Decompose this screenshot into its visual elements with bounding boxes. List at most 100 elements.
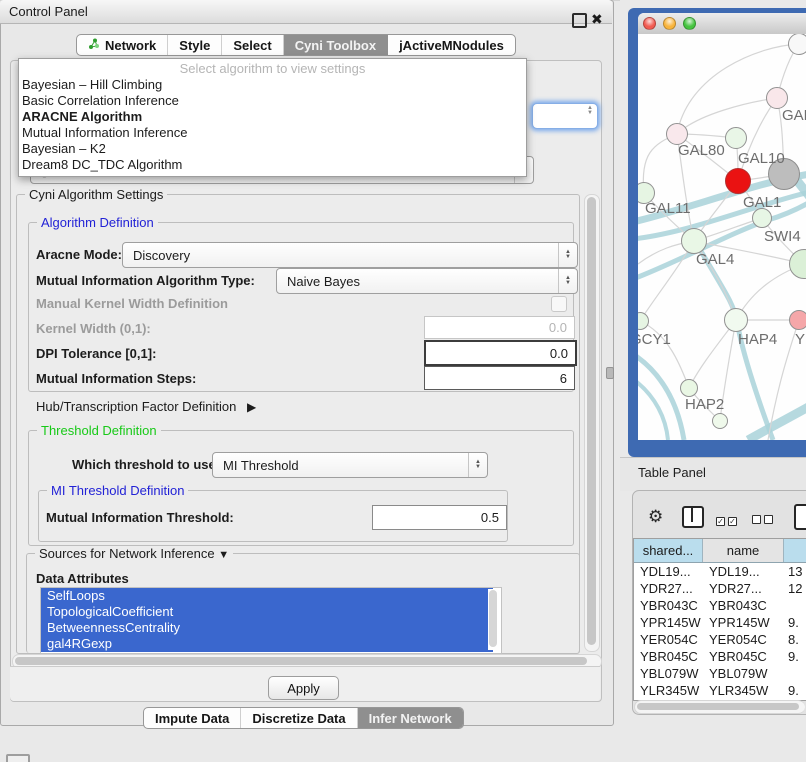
- group-title: Algorithm Definition: [37, 215, 158, 230]
- node-label-swi4: SWI4: [764, 228, 801, 245]
- column-header-name[interactable]: name: [703, 539, 784, 562]
- table-cell: YBL079W: [703, 665, 784, 682]
- algorithm-combobox-fragment[interactable]: ▲▼: [532, 103, 598, 129]
- table-cell: YDR27...: [703, 580, 784, 597]
- tab-infer-network[interactable]: Infer Network: [358, 708, 463, 728]
- table-cell: YPR145W: [634, 614, 703, 631]
- panel-splitter-handle[interactable]: [606, 367, 614, 379]
- close-traffic-light[interactable]: [643, 17, 656, 30]
- field-value: 0.5: [481, 510, 499, 525]
- expanded-arrow-icon[interactable]: ▼: [218, 549, 229, 561]
- tab-label: Style: [179, 38, 210, 53]
- algorithm-dropdown-list: Select algorithm to view settings Bayesi…: [18, 58, 527, 177]
- sources-toggle[interactable]: Sources for Network Inference ▼: [35, 546, 233, 561]
- tab-impute-data[interactable]: Impute Data: [144, 708, 241, 728]
- select-all-icon[interactable]: ✓✓: [716, 512, 737, 527]
- node-label-gal4: GAL4: [696, 251, 734, 268]
- attribute-item-selfloops[interactable]: SelfLoops: [41, 588, 493, 604]
- table-row[interactable]: YER054CYER054C8.: [634, 631, 806, 648]
- network-node[interactable]: [712, 413, 728, 429]
- tab-label: Network: [105, 38, 156, 53]
- network-node[interactable]: [766, 87, 788, 109]
- network-node[interactable]: [680, 379, 698, 397]
- gear-icon[interactable]: ⚙: [648, 507, 663, 527]
- table-row[interactable]: YPR145WYPR145W9.: [634, 614, 806, 631]
- table-row[interactable]: YDR27...YDR27...12: [634, 580, 806, 597]
- table-cell: 12: [784, 580, 806, 597]
- zoom-traffic-light[interactable]: [683, 17, 696, 30]
- table-cell: [784, 665, 806, 682]
- algorithm-option-bayesian-hill-climbing[interactable]: Bayesian – Hill Climbing: [19, 77, 526, 93]
- new-table-icon[interactable]: [794, 504, 806, 530]
- table-row[interactable]: YDL19...YDL19...13: [634, 563, 806, 580]
- algorithm-option-mutual-information-inference[interactable]: Mutual Information Inference: [19, 125, 526, 141]
- network-node[interactable]: [752, 208, 772, 228]
- algorithm-option-dream8-dc-tdc-algorithm[interactable]: Dream8 DC_TDC Algorithm: [19, 157, 526, 173]
- close-icon[interactable]: ✖: [591, 11, 603, 28]
- mi-steps-field[interactable]: 6: [424, 366, 575, 390]
- tab-jactivemnodules[interactable]: jActiveMNodules: [388, 35, 515, 55]
- columns-icon[interactable]: [682, 506, 704, 528]
- which-threshold-label: Which threshold to use:: [72, 457, 220, 472]
- list-scrollbar[interactable]: [488, 589, 498, 650]
- network-window: GALGAL80GAL10GAL1GAL11SWI4GAL4GCY1HAP4YH…: [638, 13, 806, 440]
- network-window-titlebar[interactable]: [638, 13, 806, 35]
- aracne-mode-combobox[interactable]: Discovery ▲▼: [122, 242, 578, 268]
- network-node[interactable]: [725, 168, 751, 194]
- hub-definition-toggle[interactable]: Hub/Transcription Factor Definition ▶: [36, 399, 256, 414]
- tab-network[interactable]: Network: [77, 35, 168, 55]
- manual-kernel-checkbox[interactable]: [551, 296, 567, 312]
- table-cell: [784, 597, 806, 614]
- table-cell: YBL079W: [634, 665, 703, 682]
- tab-cyni-toolbox[interactable]: Cyni Toolbox: [284, 35, 388, 55]
- attribute-item-topologicalcoefficient[interactable]: TopologicalCoefficient: [41, 604, 493, 620]
- node-label-gal10: GAL10: [738, 150, 785, 167]
- table-cell: 13: [784, 563, 806, 580]
- table-horizontal-scrollbar[interactable]: [634, 700, 805, 714]
- node-label-gcy1: GCY1: [638, 331, 671, 348]
- vertical-scrollbar[interactable]: [584, 194, 600, 652]
- table-row[interactable]: YBL079WYBL079W: [634, 665, 806, 682]
- data-attributes-label: Data Attributes: [36, 571, 129, 586]
- hub-definition-label: Hub/Transcription Factor Definition: [36, 399, 236, 414]
- kernel-width-field[interactable]: 0.0: [424, 316, 575, 339]
- deselect-all-icon[interactable]: [752, 512, 773, 527]
- algorithm-option-bayesian-k2[interactable]: Bayesian – K2: [19, 141, 526, 157]
- which-threshold-combobox[interactable]: MI Threshold ▲▼: [212, 452, 488, 478]
- table-cell: YDR27...: [634, 580, 703, 597]
- tab-select[interactable]: Select: [222, 35, 283, 55]
- mi-steps-label: Mutual Information Steps:: [36, 371, 196, 386]
- dropdown-prompt: Select algorithm to view settings: [19, 61, 526, 77]
- column-header-clipped[interactable]: [784, 539, 806, 562]
- table-panel-title: Table Panel: [638, 465, 706, 480]
- tab-discretize-data[interactable]: Discretize Data: [241, 708, 357, 728]
- table-row[interactable]: YLR345WYLR345W9.: [634, 682, 806, 699]
- stepper-arrows-icon: ▲▼: [558, 243, 577, 267]
- combobox-value: Discovery: [133, 248, 190, 263]
- minimize-traffic-light[interactable]: [663, 17, 676, 30]
- network-node[interactable]: [789, 310, 806, 330]
- collapsed-arrow-icon[interactable]: ▶: [247, 400, 256, 414]
- algorithm-option-basic-correlation-inference[interactable]: Basic Correlation Inference: [19, 93, 526, 109]
- data-attributes-list[interactable]: SelfLoopsTopologicalCoefficientBetweenne…: [40, 587, 502, 654]
- network-node[interactable]: [725, 127, 747, 149]
- network-canvas[interactable]: GALGAL80GAL10GAL1GAL11SWI4GAL4GCY1HAP4YH…: [638, 34, 806, 440]
- algorithm-option-aracne-algorithm[interactable]: ARACNE Algorithm: [19, 109, 526, 125]
- mi-threshold-field[interactable]: 0.5: [372, 505, 507, 530]
- column-header-shared[interactable]: shared...: [634, 539, 703, 562]
- table-row[interactable]: YBR043CYBR043C: [634, 597, 806, 614]
- apply-button[interactable]: Apply: [268, 676, 339, 700]
- table-row[interactable]: YBR045CYBR045C9.: [634, 648, 806, 665]
- table-cell: YLR345W: [634, 682, 703, 699]
- float-window-icon[interactable]: [572, 13, 587, 28]
- mi-type-combobox[interactable]: Naive Bayes ▲▼: [276, 268, 578, 294]
- dpi-tolerance-field[interactable]: 0.0: [424, 340, 577, 366]
- tab-style[interactable]: Style: [168, 35, 222, 55]
- attribute-item-betweennesscentrality[interactable]: BetweennessCentrality: [41, 620, 493, 636]
- bottom-left-handle[interactable]: [6, 754, 30, 762]
- node-table[interactable]: shared...name YDL19...YDL19...13YDR27...…: [633, 538, 806, 701]
- network-node[interactable]: [724, 308, 748, 332]
- table-cell: YPR145W: [703, 614, 784, 631]
- attribute-item-gal4rgexp[interactable]: gal4RGexp: [41, 636, 493, 652]
- network-node[interactable]: [788, 34, 806, 55]
